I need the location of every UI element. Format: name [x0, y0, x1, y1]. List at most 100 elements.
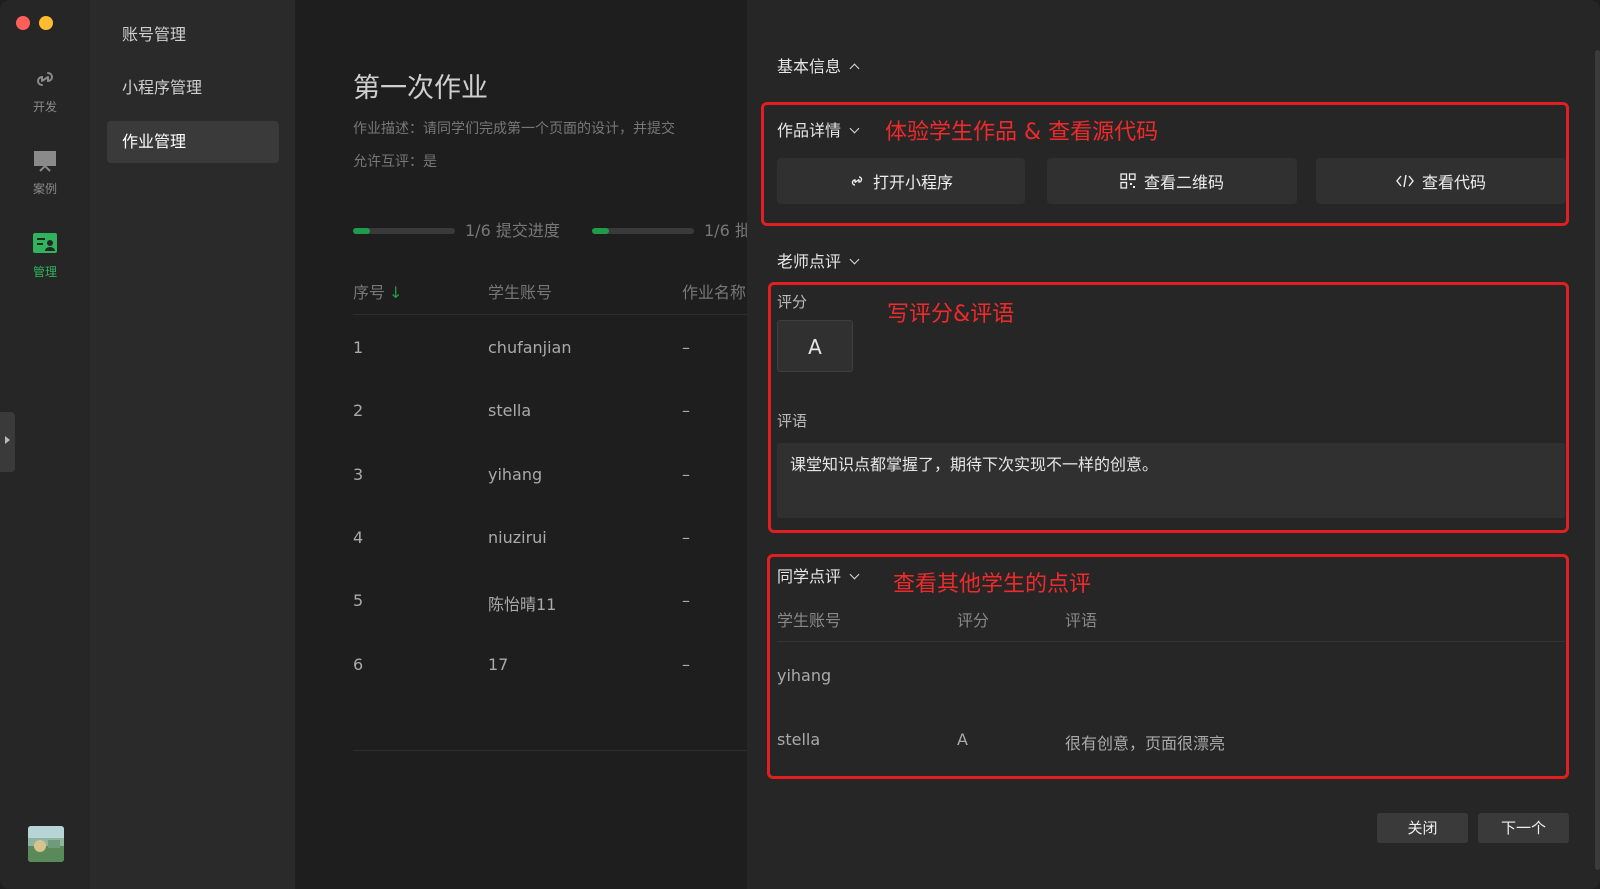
score-input[interactable]: A — [777, 320, 853, 372]
divider — [353, 314, 747, 315]
rail-label-cases: 案例 — [32, 182, 57, 196]
cell-name: – — [682, 528, 690, 547]
cell-number: 3 — [353, 465, 364, 484]
submit-progress-label: 1/6 提交进度 — [465, 221, 560, 240]
page-title: 第一次作业 — [353, 73, 488, 104]
nav-item-assignments[interactable]: 作业管理 — [107, 121, 279, 163]
cell-account: chufanjian — [488, 338, 572, 357]
divider — [353, 750, 747, 751]
annotation-peer: 查看其他学生的点评 — [893, 572, 1092, 597]
icon-rail: 开发 案例 管理 — [0, 0, 90, 889]
app-window: 开发 案例 管理 账号管理 小程序管理 作业管理 第一次作业 作业描述：请同学们… — [0, 0, 1600, 889]
review-progress: 1/6 批 — [592, 221, 747, 241]
avatar-image — [28, 826, 64, 862]
open-miniprogram-button[interactable]: 打开小程序 — [777, 158, 1025, 204]
window-close-button[interactable] — [16, 16, 30, 30]
section-work-details[interactable]: 作品详情 — [777, 117, 860, 141]
window-minimize-button[interactable] — [39, 16, 53, 30]
section-teacher-review-label: 老师点评 — [777, 252, 842, 271]
cell-account: niuzirui — [488, 528, 547, 547]
cell-number: 2 — [353, 401, 364, 420]
chevron-down-icon — [849, 569, 860, 580]
section-basic-info-label: 基本信息 — [777, 57, 842, 76]
cell-name: – — [682, 465, 690, 484]
code-icon — [1396, 174, 1414, 188]
cell-account: 陈怡晴11 — [488, 595, 557, 614]
view-code-button[interactable]: 查看代码 — [1316, 158, 1566, 204]
column-header-number-label: 序号 — [353, 283, 386, 302]
cell-number: 1 — [353, 338, 364, 357]
cell-name: – — [682, 655, 690, 674]
section-teacher-review[interactable]: 老师点评 — [777, 248, 860, 272]
next-button[interactable]: 下一个 — [1478, 813, 1569, 843]
rail-item-cases[interactable]: 案例 — [0, 148, 90, 197]
cell-number: 4 — [353, 528, 364, 547]
rail-label-manage: 管理 — [32, 265, 57, 279]
score-label: 评分 — [777, 293, 808, 311]
side-nav: 账号管理 小程序管理 作业管理 — [90, 0, 295, 889]
review-progress-fill — [592, 228, 609, 234]
rail-label-develop: 开发 — [32, 100, 57, 114]
review-progress-label: 1/6 批 — [704, 221, 747, 240]
comment-textarea[interactable]: 课堂知识点都掌握了，期待下次实现不一样的创意。 — [777, 443, 1565, 518]
chevron-down-icon — [849, 123, 860, 134]
cell-name: – — [682, 338, 690, 357]
cell-name: – — [682, 401, 690, 420]
cell-account: stella — [488, 401, 532, 420]
nav-item-miniprograms[interactable]: 小程序管理 — [107, 67, 279, 109]
peer-row-score: A — [957, 730, 968, 749]
nav-item-accounts[interactable]: 账号管理 — [107, 14, 279, 56]
cell-account: yihang — [488, 465, 543, 484]
submit-progress-fill — [353, 228, 370, 234]
submit-progress: 1/6 提交进度 — [353, 221, 583, 241]
cell-number: 5 — [353, 591, 364, 610]
assignment-description: 作业描述：请同学们完成第一个页面的设计，并提交 — [353, 121, 675, 137]
column-header-account: 学生账号 — [488, 283, 553, 302]
section-work-details-label: 作品详情 — [777, 121, 842, 140]
annotation-work: 体验学生作品 & 查看源代码 — [885, 120, 1159, 145]
chevron-down-icon — [849, 254, 860, 265]
review-progress-track — [592, 228, 694, 234]
cell-number: 6 — [353, 655, 364, 674]
column-header-name: 作业名称 — [682, 283, 747, 302]
peer-row-account: yihang — [777, 666, 832, 685]
review-drawer: 基本信息 作品详情 体验学生作品 & 查看源代码 打开小程序 查看二维码 查看代… — [747, 0, 1600, 889]
table-row[interactable]: 4 niuzirui – — [353, 528, 747, 552]
table-row[interactable]: 6 17 – — [353, 655, 747, 679]
table-row[interactable]: 5 陈怡晴11 – — [353, 591, 747, 615]
rail-item-manage[interactable]: 管理 — [0, 231, 90, 280]
divider — [777, 641, 1565, 642]
table-row[interactable]: 1 chufanjian – — [353, 338, 747, 362]
sort-arrow-icon: ↓ — [389, 283, 403, 302]
peer-row-comment: 很有创意，页面很漂亮 — [1065, 734, 1226, 753]
chevron-right-icon — [5, 436, 10, 444]
scrollbar[interactable] — [1595, 50, 1600, 870]
manage-icon — [33, 233, 57, 253]
section-peer-review[interactable]: 同学点评 — [777, 563, 860, 587]
link-icon — [851, 176, 863, 186]
peer-row-account: stella — [777, 730, 821, 749]
table-row[interactable]: 2 stella – — [353, 401, 747, 425]
cell-account: 17 — [488, 655, 509, 674]
monitor-icon — [34, 151, 56, 172]
peer-column-score: 评分 — [957, 611, 990, 630]
table-row[interactable]: 3 yihang – — [353, 465, 747, 489]
submit-progress-track — [353, 228, 455, 234]
rail-item-develop[interactable]: 开发 — [0, 66, 90, 115]
chevron-up-icon — [849, 63, 860, 74]
expand-handle[interactable] — [0, 412, 15, 472]
section-basic-info[interactable]: 基本信息 — [777, 53, 860, 77]
avatar[interactable] — [28, 826, 64, 862]
section-peer-review-label: 同学点评 — [777, 567, 842, 586]
close-button[interactable]: 关闭 — [1377, 813, 1468, 843]
peer-column-comment: 评语 — [1065, 611, 1098, 630]
view-qrcode-button[interactable]: 查看二维码 — [1047, 158, 1297, 204]
comment-label: 评语 — [777, 412, 808, 430]
assignment-panel: 第一次作业 作业描述：请同学们完成第一个页面的设计，并提交 允许互评：是 1/6… — [295, 0, 747, 889]
view-code-label: 查看代码 — [1421, 173, 1486, 192]
link-icon — [37, 72, 53, 86]
annotation-teacher: 写评分&评语 — [887, 302, 1015, 327]
qrcode-icon — [1120, 173, 1136, 189]
view-qrcode-label: 查看二维码 — [1143, 173, 1224, 192]
column-header-number[interactable]: 序号 ↓ — [353, 279, 402, 303]
